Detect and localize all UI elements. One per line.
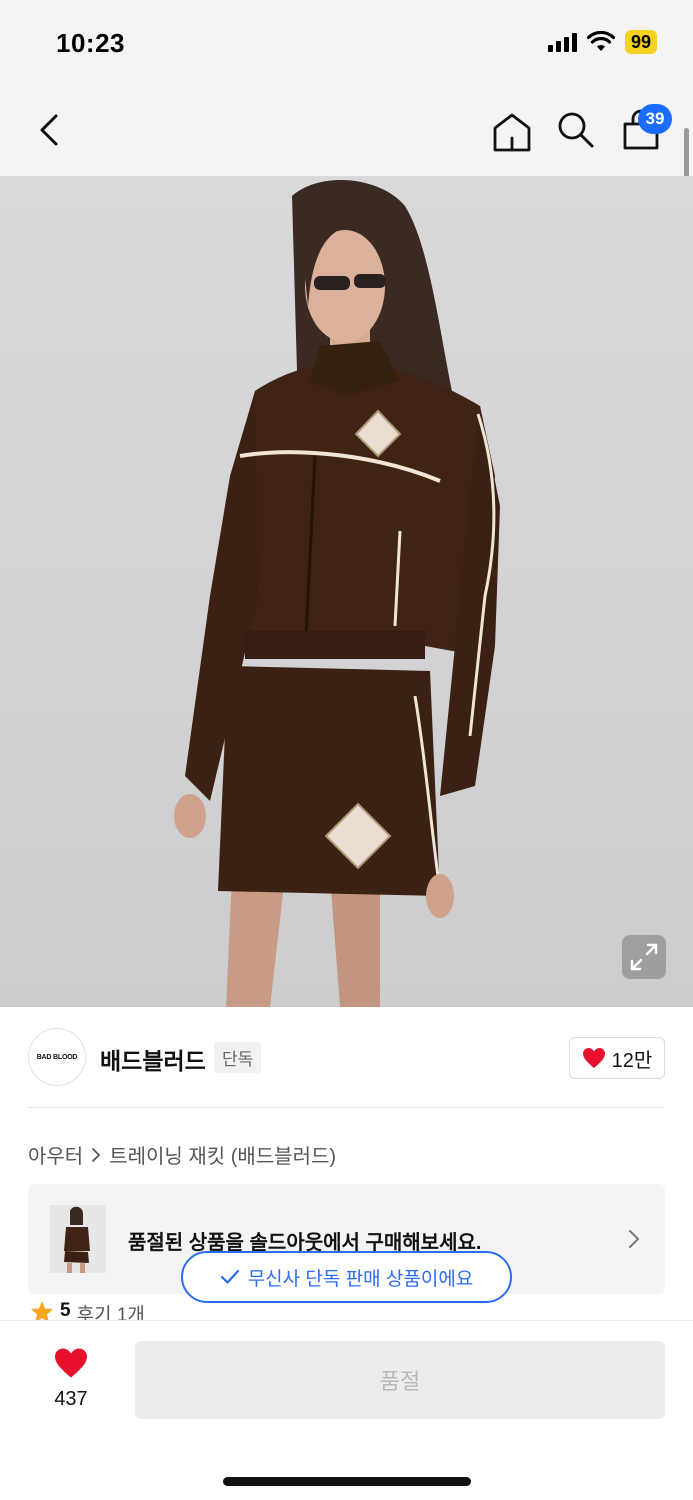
chevron-right-icon [629, 1230, 639, 1248]
breadcrumb-category[interactable]: 아우터 [28, 1140, 83, 1169]
exclusive-toast: 무신사 단독 판매 상품이에요 [181, 1251, 512, 1303]
heart-icon [55, 1348, 87, 1378]
review-score: 5 [60, 1300, 71, 1321]
home-indicator [223, 1477, 471, 1486]
product-image[interactable] [0, 176, 693, 1007]
divider [28, 1107, 665, 1108]
check-icon [220, 1269, 239, 1284]
brand-like-button[interactable]: 12만 [569, 1037, 665, 1079]
soldout-thumbnail [50, 1205, 106, 1273]
status-icons: 99 [547, 30, 657, 54]
wishlist-button[interactable]: 437 [40, 1347, 102, 1411]
heart-icon [582, 1048, 605, 1068]
toast-message: 무신사 단독 판매 상품이에요 [247, 1268, 474, 1290]
home-icon[interactable] [490, 110, 534, 154]
review-count: 후기 1개 [76, 1305, 145, 1322]
bottom-action-bar: 437 품절 [0, 1320, 693, 1500]
product-photo-illustration [174, 179, 500, 1007]
battery-indicator: 99 [624, 30, 657, 54]
wishlist-count: 437 [54, 1388, 88, 1410]
review-summary[interactable]: 5 후기 1개 [30, 1300, 145, 1322]
brand-logo[interactable]: BAD BLOOD [28, 1028, 86, 1086]
breadcrumb-product[interactable]: 트레이닝 재킷 (배드블러드) [109, 1140, 336, 1169]
signal-icon [547, 32, 577, 52]
cart-count-badge: 39 [638, 104, 672, 134]
top-nav-bar [0, 88, 693, 176]
brand-row: BAD BLOOD 배드블러드 단독 12만 [28, 1028, 665, 1086]
chevron-right-icon [92, 1147, 101, 1162]
brand-logo-text: BAD BLOOD [36, 1053, 78, 1061]
wifi-icon [586, 31, 615, 51]
brand-like-count: 12만 [611, 1049, 653, 1072]
status-bar: 10:23 99 [0, 0, 693, 88]
status-time: 10:23 [56, 28, 125, 58]
brand-name[interactable]: 배드블러드 [100, 1042, 206, 1076]
soldout-buy-button[interactable]: 품절 [135, 1341, 665, 1419]
star-icon [31, 1301, 53, 1322]
exclusive-tag: 단독 [214, 1042, 262, 1073]
expand-image-icon[interactable] [622, 935, 666, 979]
back-arrow-icon[interactable] [30, 108, 70, 152]
search-icon[interactable] [556, 110, 596, 150]
breadcrumb: 아우터 트레이닝 재킷 (배드블러드) [28, 1140, 336, 1169]
